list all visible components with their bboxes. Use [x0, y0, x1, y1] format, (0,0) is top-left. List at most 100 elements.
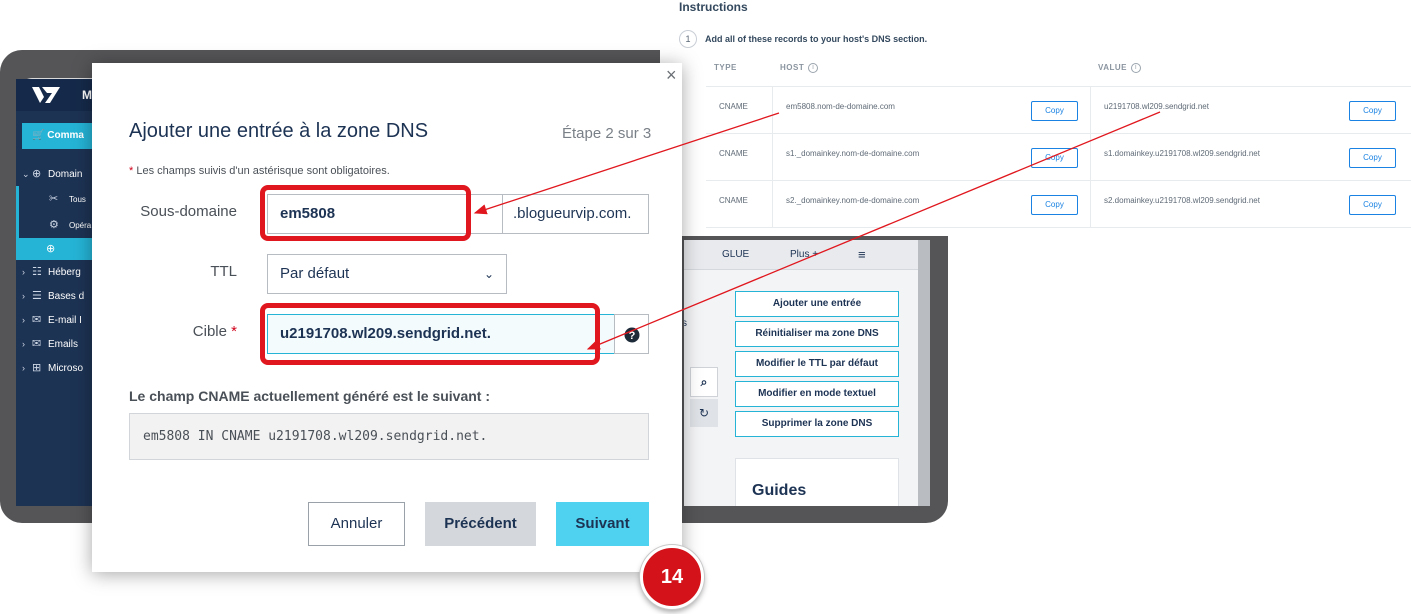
nav-item-domains[interactable]: ⌄ ⊕ Domain — [16, 162, 96, 186]
panel-scrollbar[interactable] — [918, 240, 930, 506]
divider — [1090, 134, 1091, 181]
copy-value-button[interactable]: Copy — [1349, 101, 1396, 121]
previous-button[interactable]: Précédent — [425, 502, 536, 546]
search-button[interactable]: ⌕ — [690, 367, 718, 397]
hosting-icon: ☷ — [32, 266, 42, 278]
database-icon: ☰ — [32, 290, 42, 302]
target-label: Cible * — [129, 323, 237, 340]
commander-button[interactable]: 🛒 Comma — [22, 123, 96, 149]
text-mode-button[interactable]: Modifier en mode textuel — [735, 381, 899, 407]
nav-sublabel: Tous — [69, 195, 86, 204]
subdomain-label: Sous-domaine — [140, 203, 237, 220]
table-row: CNAME s1._domainkey.nom-de-domaine.com C… — [706, 134, 1411, 181]
ovh-logo-icon — [32, 87, 60, 103]
tools-icon: ✂ — [49, 193, 59, 205]
gear-icon: ⚙ — [49, 219, 59, 231]
add-dns-entry-modal: × Ajouter une entrée à la zone DNS Étape… — [92, 63, 682, 572]
tab-glue[interactable]: GLUE — [722, 249, 749, 260]
required-asterisk: * — [129, 165, 134, 177]
mail-icon: ✉ — [32, 338, 42, 350]
close-icon[interactable]: × — [666, 65, 677, 86]
dns-actions: Ajouter une entrée Réinitialiser ma zone… — [735, 291, 899, 441]
record-value: u2191708.wl209.sendgrid.net — [1104, 102, 1209, 111]
copy-host-button[interactable]: Copy — [1031, 195, 1078, 215]
table-row: CNAME em5808.nom-de-domaine.com Copy u21… — [706, 87, 1411, 134]
nav-item-emails[interactable]: › ✉ Emails — [16, 332, 96, 356]
commander-label: Comma — [47, 130, 84, 141]
ovh-tabs: GLUE Plus + ≡ — [684, 240, 918, 270]
cancel-button[interactable]: Annuler — [308, 502, 405, 546]
chevron-right-icon: › — [22, 291, 25, 301]
step-number: 1 — [679, 30, 697, 48]
chevron-down-icon: ⌄ — [483, 267, 494, 281]
copy-value-button[interactable]: Copy — [1349, 148, 1396, 168]
copy-value-button[interactable]: Copy — [1349, 195, 1396, 215]
dns-records-table: CNAME em5808.nom-de-domaine.com Copy u21… — [706, 86, 1411, 228]
nav-label: E-mail I — [48, 315, 82, 326]
ttl-select[interactable]: Par défaut ⌄ — [267, 254, 507, 294]
subdomain-suffix: .blogueurvip.com. — [502, 194, 649, 234]
divider — [772, 181, 773, 228]
highlight-subdomain — [260, 185, 471, 241]
modal-title: Ajouter une entrée à la zone DNS — [129, 120, 429, 142]
refresh-button[interactable]: ↻ — [690, 399, 718, 427]
ttl-value: Par défaut — [280, 265, 350, 282]
record-host: s2._domainkey.nom-de-domaine.com — [786, 196, 920, 205]
nav-label: Emails — [48, 339, 79, 350]
required-note: * Les champs suivis d'un astérisque sont… — [129, 165, 390, 177]
delete-zone-button[interactable]: Supprimer la zone DNS — [735, 411, 899, 437]
nav-label: Microso — [48, 363, 84, 374]
help-button[interactable]: ? — [614, 314, 649, 354]
nav-item-databases[interactable]: › ☰ Bases d — [16, 284, 96, 308]
guides-card: Guides — [735, 458, 899, 506]
copy-host-button[interactable]: Copy — [1031, 101, 1078, 121]
nav-sublabel: Opéra — [69, 221, 92, 230]
divider — [1090, 87, 1091, 134]
record-value: s1.domainkey.u2191708.wl209.sendgrid.net — [1104, 149, 1260, 158]
instructions-title: Instructions — [679, 0, 748, 14]
cname-preview-label: Le champ CNAME actuellement généré est l… — [129, 388, 490, 404]
nav-item-hosting[interactable]: › ☷ Héberg — [16, 260, 96, 284]
ovh-sidebar: M 🛒 Comma ⌄ ⊕ Domain ✂ Tous ⚙ Opéra ⊕ › ☷ Hébe… — [16, 79, 96, 506]
header-host-label: HOST — [780, 63, 805, 73]
chevron-right-icon: › — [22, 267, 25, 277]
tab-plus[interactable]: Plus + — [790, 249, 818, 260]
guides-title: Guides — [752, 482, 807, 499]
header-type: TYPE — [714, 63, 737, 72]
record-type: CNAME — [719, 102, 748, 111]
refresh-icon: ↻ — [698, 406, 710, 420]
add-entry-button[interactable]: Ajouter une entrée — [735, 291, 899, 317]
nav-subitem-all[interactable]: ✂ Tous — [16, 186, 96, 212]
step-indicator: Étape 2 sur 3 — [562, 125, 652, 142]
nav-subitem-active-domain[interactable]: ⊕ — [16, 238, 96, 260]
cname-preview: em5808 IN CNAME u2191708.wl209.sendgrid.… — [129, 413, 649, 460]
divider — [772, 87, 773, 134]
reset-zone-button[interactable]: Réinitialiser ma zone DNS — [735, 321, 899, 347]
header-value: VALUE i — [1098, 63, 1142, 73]
divider — [772, 134, 773, 181]
nav-label: Bases d — [48, 291, 85, 302]
next-button[interactable]: Suivant — [556, 502, 649, 546]
header-value-label: VALUE — [1098, 63, 1128, 73]
copy-host-button[interactable]: Copy — [1031, 148, 1078, 168]
divider — [1090, 181, 1091, 228]
required-asterisk: * — [231, 323, 237, 340]
globe-icon: ⊕ — [32, 168, 42, 180]
info-icon[interactable]: i — [808, 63, 819, 73]
mail-icon: ✉ — [32, 314, 42, 326]
nav-item-microsoft[interactable]: › ⊞ Microso — [16, 356, 96, 380]
ovh-dns-panel: GLUE Plus + ≡ s ⌕ ↻ Ajouter une entrée R… — [684, 240, 918, 506]
nav-subitem-operations[interactable]: ⚙ Opéra — [16, 212, 96, 238]
record-host: em5808.nom-de-domaine.com — [786, 102, 895, 111]
chevron-right-icon: › — [22, 315, 25, 325]
chevron-right-icon: › — [22, 339, 25, 349]
info-icon[interactable]: i — [1131, 63, 1142, 73]
nav-item-email-pro[interactable]: › ✉ E-mail I — [16, 308, 96, 332]
edit-ttl-button[interactable]: Modifier le TTL par défaut — [735, 351, 899, 377]
truncated-text: s — [684, 318, 687, 329]
chevron-down-icon: ⌄ — [22, 169, 30, 179]
cart-icon: 🛒 — [32, 130, 45, 141]
svg-text:?: ? — [629, 330, 636, 342]
menu-icon[interactable]: ≡ — [858, 247, 866, 262]
record-value: s2.domainkey.u2191708.wl209.sendgrid.net — [1104, 196, 1260, 205]
